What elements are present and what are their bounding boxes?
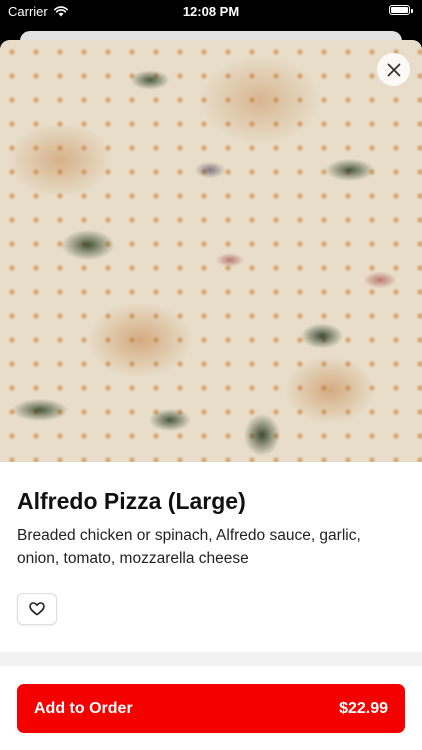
close-button[interactable]: [377, 53, 410, 86]
item-detail-sheet: Alfredo Pizza (Large) Breaded chicken or…: [0, 40, 422, 750]
item-title: Alfredo Pizza (Large): [17, 488, 246, 514]
add-to-order-label: Add to Order: [34, 699, 133, 717]
item-photo: [0, 40, 422, 462]
close-icon: [387, 63, 400, 76]
status-time: 12:08 PM: [182, 4, 240, 19]
section-divider: [0, 652, 422, 666]
favorite-button[interactable]: [17, 593, 57, 625]
battery-icon: [389, 5, 413, 15]
item-price: $22.99: [339, 699, 388, 717]
status-bar: Carrier 12:08 PM: [0, 0, 422, 28]
heart-icon: [29, 602, 45, 616]
add-to-order-button[interactable]: Add to Order $22.99: [17, 684, 405, 733]
item-description: Breaded chicken or spinach, Alfredo sauc…: [17, 527, 361, 567]
